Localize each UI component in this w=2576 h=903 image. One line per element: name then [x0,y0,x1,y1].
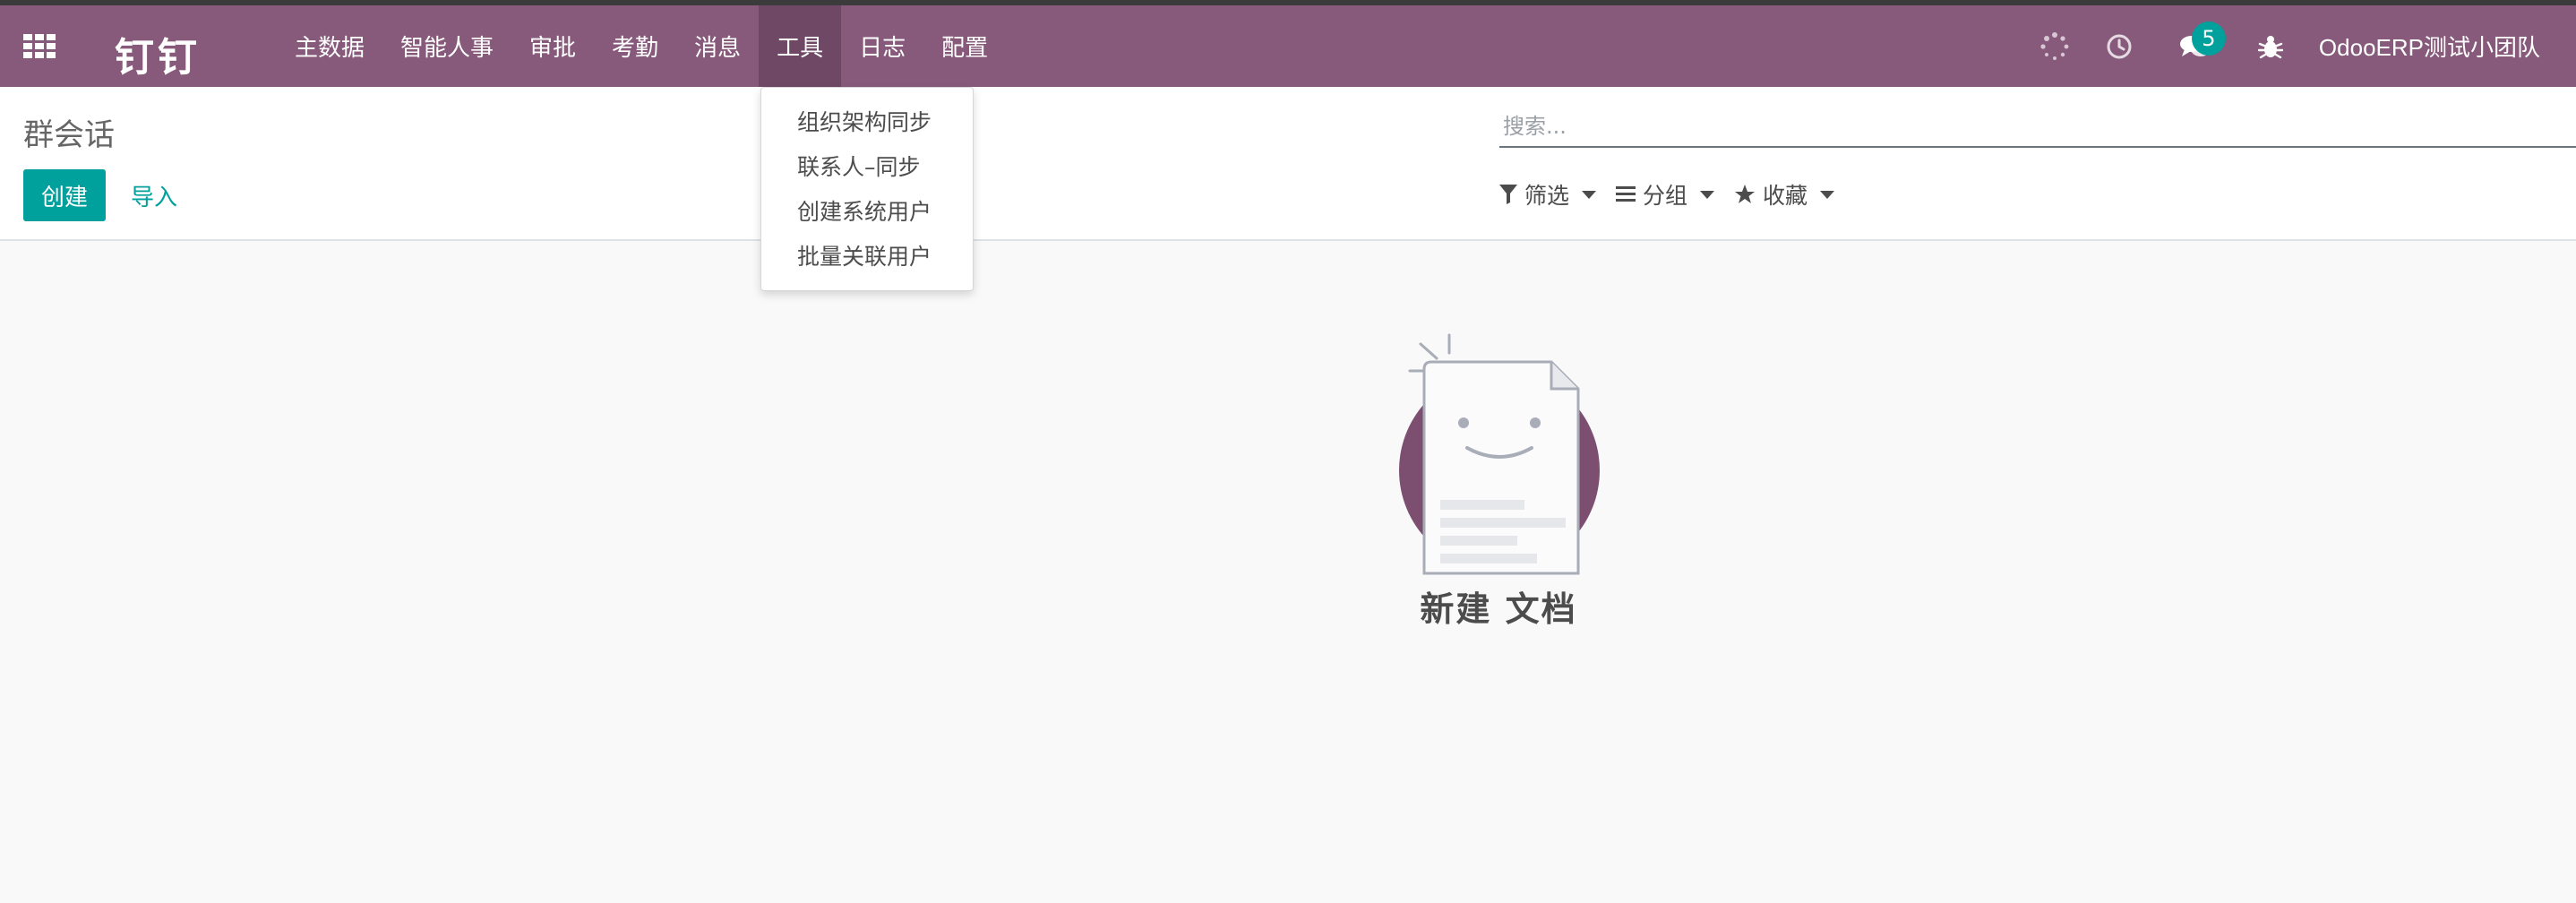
filter-icon [1499,185,1517,204]
favorites-label: 收藏 [1763,183,1808,209]
clock-icon [2107,34,2132,58]
debug-menu[interactable] [2240,5,2301,87]
smiley-document-icon [1399,333,1600,575]
menu-attendance[interactable]: 考勤 [594,5,676,87]
menu-approval[interactable]: 审批 [511,5,594,87]
filter-label: 筛选 [1524,183,1570,209]
page-title: 群会话 [23,117,115,153]
create-button[interactable]: 创建 [23,169,106,221]
dropdown-item-create-users[interactable]: 创建系统用户 [761,190,973,235]
menu-messages[interactable]: 消息 [676,5,759,87]
top-menu: 主数据 智能人事 审批 考勤 消息 工具 日志 配置 [277,5,1006,87]
chevron-down-icon [1700,190,1715,199]
search-options: 筛选 分组 收藏 [1499,176,1854,212]
messages-badge: 5 [2191,22,2226,56]
systray: 5 OdooERP测试小团队 [2022,5,2576,87]
group-by-label: 分组 [1643,183,1688,209]
user-menu[interactable]: OdooERP测试小团队 [2301,5,2576,87]
main-navbar: 钉钉 主数据 智能人事 审批 考勤 消息 工具 日志 配置 5 OdooERP测… [0,5,2576,87]
chevron-down-icon [1582,190,1597,199]
search-input[interactable] [1499,107,2576,148]
apps-grid-icon[interactable] [23,34,56,59]
control-panel: 群会话 创建 导入 筛选 分组 收藏 [0,87,2576,241]
dropdown-item-bulk-link-users[interactable]: 批量关联用户 [761,235,973,280]
loading-indicator [2022,5,2088,87]
menu-master-data[interactable]: 主数据 [277,5,382,87]
dropdown-item-org-sync[interactable]: 组织架构同步 [761,100,973,145]
menu-smart-hr[interactable]: 智能人事 [382,5,511,87]
favorites-dropdown[interactable]: 收藏 [1734,178,1835,211]
filter-dropdown[interactable]: 筛选 [1499,178,1597,211]
menu-tools[interactable]: 工具 [759,5,842,87]
dropdown-item-contacts-sync[interactable]: 联系人–同步 [761,145,973,190]
activity-menu[interactable] [2088,5,2151,87]
list-icon [1616,185,1636,203]
empty-state-text: 新建 文档 [1420,589,1577,629]
chevron-down-icon [1820,190,1835,199]
app-brand[interactable]: 钉钉 [115,25,201,82]
tools-dropdown-menu: 组织架构同步 联系人–同步 创建系统用户 批量关联用户 [760,87,974,291]
menu-logs[interactable]: 日志 [841,5,923,87]
star-icon [1734,184,1756,205]
spinner-icon [2040,31,2069,60]
messaging-menu[interactable]: 5 [2151,5,2240,87]
menu-config[interactable]: 配置 [923,5,1006,87]
import-button[interactable]: 导入 [116,169,192,221]
main-content: 新建 文档 [0,241,2576,903]
group-by-dropdown[interactable]: 分组 [1616,178,1715,211]
bug-icon [2257,35,2283,58]
